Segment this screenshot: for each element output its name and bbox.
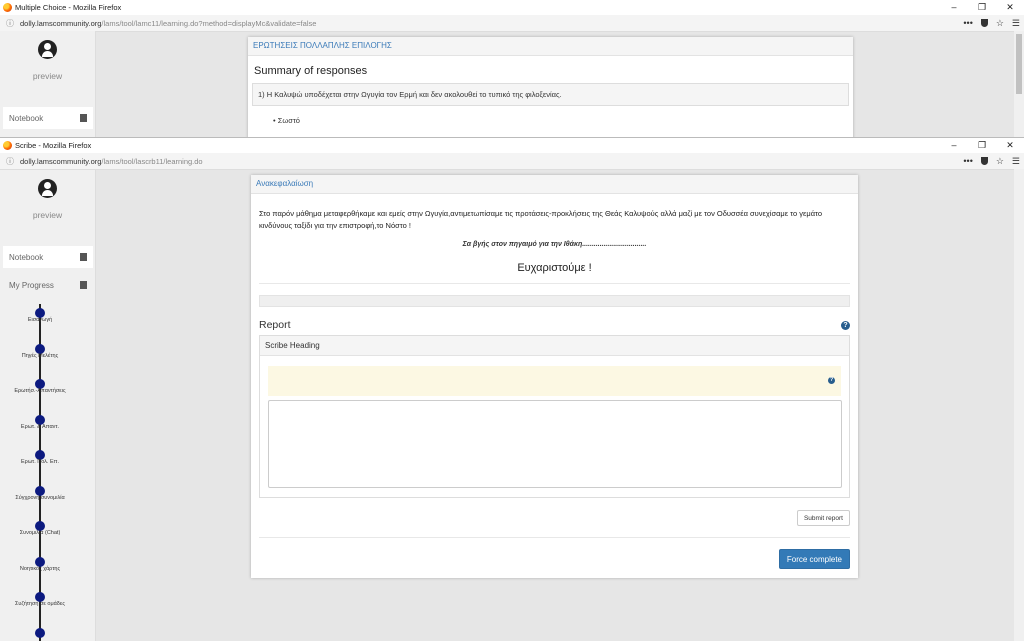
sidebar-item-notebook[interactable]: Notebook	[3, 246, 93, 268]
progress-label: Συζήτηση σε ομάδες	[15, 601, 65, 607]
preview-label: preview	[32, 210, 63, 220]
window-controls: – ❐ ✕	[940, 0, 1024, 15]
divider	[259, 283, 850, 284]
menu-icon[interactable]: ☰	[1012, 156, 1020, 167]
close-icon[interactable]: ✕	[996, 0, 1024, 15]
minimize-icon[interactable]: –	[940, 138, 968, 153]
sidebar: preview Notebook	[0, 31, 96, 138]
progress-label: Σύγχρονη συνομιλία	[15, 495, 65, 501]
star-icon[interactable]: ☆	[996, 18, 1004, 29]
preview-label: preview	[32, 71, 63, 81]
map-icon	[80, 281, 87, 289]
sidebar-item-label: Notebook	[9, 252, 44, 262]
address-bar[interactable]: ⓘ dolly.lamscommunity.org/lams/tool/lamc…	[0, 15, 1024, 32]
url-path: /lams/tool/lamc11/learning.do?method=dis…	[101, 18, 317, 28]
multiple-choice-window: Multiple Choice - Mozilla Firefox – ❐ ✕ …	[0, 0, 1024, 138]
url-host: dolly.lamscommunity.org	[20, 156, 102, 166]
grey-strip	[259, 295, 850, 307]
window-controls: – ❐ ✕	[940, 138, 1024, 153]
progress-label: Συνομιλία (Chat)	[19, 530, 61, 536]
window-title: Multiple Choice - Mozilla Firefox	[15, 3, 122, 12]
sidebar-item-my-progress[interactable]: My Progress	[3, 274, 93, 296]
progress-dot[interactable]	[35, 628, 45, 638]
more-icon[interactable]: •••	[963, 18, 972, 28]
sidebar-item-notebook[interactable]: Notebook	[3, 107, 93, 129]
thanks-text: Ευχαριστούμε !	[517, 262, 592, 274]
closing-text: Σα βγής στον πηγαιμό για την Ιθάκη......…	[462, 241, 647, 248]
progress-label: Πηγές Μελέτης	[21, 353, 59, 359]
scribe-heading: Scribe Heading	[260, 336, 849, 356]
restore-icon[interactable]: ❐	[968, 138, 996, 153]
url-text[interactable]: dolly.lamscommunity.org/lams/tool/lascrb…	[20, 157, 203, 166]
url-actions: ••• ☆ ☰	[963, 15, 1020, 31]
url-text[interactable]: dolly.lamscommunity.org/lams/tool/lamc11…	[20, 19, 316, 28]
progress-label: Νοητικός χάρτης	[19, 566, 61, 572]
notebook-icon	[80, 114, 87, 122]
star-icon[interactable]: ☆	[996, 156, 1004, 167]
intro-text: Στο παρόν μάθημα μεταφερθήκαμε και εμείς…	[259, 209, 823, 230]
scribe-panel: Scribe Heading ?	[259, 335, 850, 498]
help-icon[interactable]: ?	[828, 377, 835, 384]
question-text: 1) Η Καλυψώ υποδέχεται στην Ωγυγία τον Ε…	[252, 83, 849, 106]
report-header: Report ?	[259, 319, 850, 331]
notebook-icon	[80, 253, 87, 261]
card-header: Ανακεφαλαίωση	[251, 175, 858, 194]
scribe-window: Scribe - Mozilla Firefox – ❐ ✕ ⓘ dolly.l…	[0, 137, 1024, 641]
minimize-icon[interactable]: –	[940, 0, 968, 15]
card-header: ΕΡΩΤΗΣΕΙΣ ΠΟΛΛΑΠΛΗΣ ΕΠΙΛΟΓΗΣ	[248, 37, 853, 56]
close-icon[interactable]: ✕	[996, 138, 1024, 153]
user-avatar-icon	[38, 179, 57, 198]
report-title: Report	[259, 319, 291, 331]
mc-card: ΕΡΩΤΗΣΕΙΣ ΠΟΛΛΑΠΛΗΣ ΕΠΙΛΟΓΗΣ Summary of …	[248, 37, 853, 138]
shield-icon[interactable]	[980, 19, 988, 27]
progress-map: Εισαγωγή Πηγές Μελέτης Ερωτήσ.-Απαντήσει…	[0, 304, 95, 641]
progress-label: Εισαγωγή	[27, 317, 53, 323]
divider	[259, 537, 850, 538]
scrollbar-thumb[interactable]	[1016, 34, 1022, 94]
url-path: /lams/tool/lascrb11/learning.do	[101, 156, 203, 166]
menu-icon[interactable]: ☰	[1012, 18, 1020, 29]
user-avatar-icon	[38, 40, 57, 59]
sidebar-item-label: My Progress	[9, 280, 54, 290]
url-host: dolly.lamscommunity.org	[20, 18, 102, 28]
answer-item: • Σωστό	[273, 116, 300, 125]
progress-label: Ερωτ. Πολ. Επ.	[21, 459, 59, 465]
title-bar: Scribe - Mozilla Firefox – ❐ ✕	[0, 138, 1024, 153]
firefox-icon	[3, 3, 12, 12]
progress-label: Ερωτήσ.-Απαντήσεις	[14, 388, 66, 394]
help-icon[interactable]: ?	[841, 320, 850, 330]
restore-icon[interactable]: ❐	[968, 0, 996, 15]
force-complete-button[interactable]: Force complete	[778, 549, 850, 569]
scrollbar[interactable]	[1014, 169, 1024, 641]
report-notice: ?	[268, 366, 841, 396]
info-icon[interactable]: ⓘ	[6, 156, 14, 167]
sidebar-item-label: Notebook	[9, 113, 44, 123]
info-icon[interactable]: ⓘ	[6, 18, 14, 29]
progress-label: Ερωτ. & Απαντ.	[20, 424, 60, 430]
url-actions: ••• ☆ ☰	[963, 153, 1020, 169]
address-bar[interactable]: ⓘ dolly.lamscommunity.org/lams/tool/lasc…	[0, 153, 1024, 170]
report-textarea[interactable]	[268, 400, 842, 488]
title-bar: Multiple Choice - Mozilla Firefox – ❐ ✕	[0, 0, 1024, 15]
scrollbar[interactable]	[1014, 31, 1024, 138]
submit-report-button[interactable]: Submit report	[796, 510, 850, 526]
firefox-icon	[3, 141, 12, 150]
scribe-card: Ανακεφαλαίωση Στο παρόν μάθημα μεταφερθή…	[251, 175, 858, 578]
more-icon[interactable]: •••	[963, 156, 972, 166]
window-title: Scribe - Mozilla Firefox	[15, 141, 92, 150]
summary-title: Summary of responses	[254, 65, 368, 77]
answer-text: Σωστό	[277, 116, 300, 125]
shield-icon[interactable]	[980, 157, 988, 165]
